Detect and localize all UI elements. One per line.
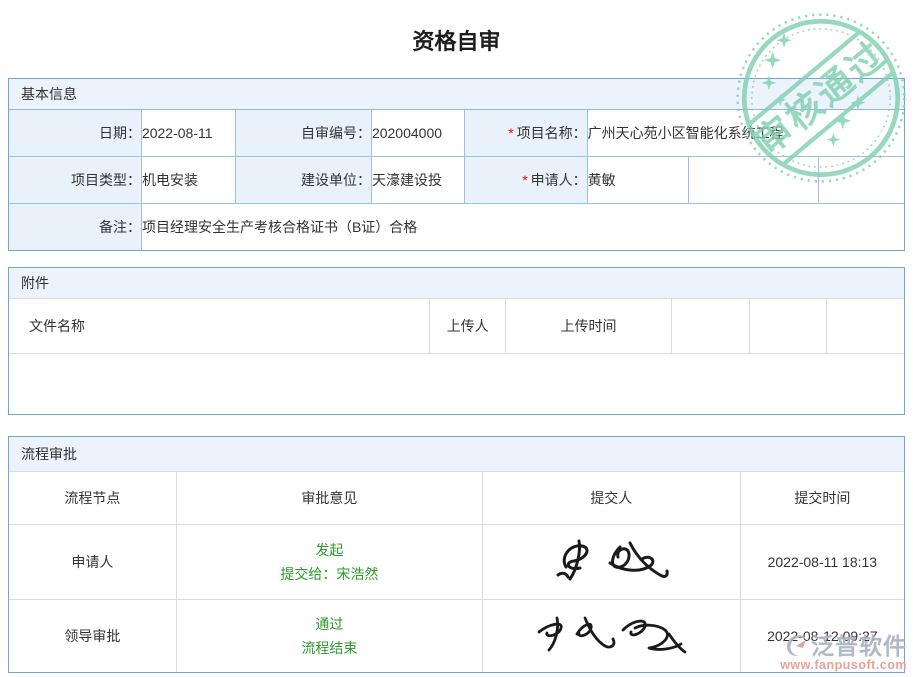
date-value: 2022-08-11 [141,110,235,157]
basic-info-row-2: 项目类型： 机电安装 建设单位： 天濠建设投 *申请人： 黄敏 [9,157,904,204]
applicant-value: 黄敏 [587,157,688,204]
approval-row-applicant: 申请人 发起 提交给：宋浩然 [9,525,904,600]
column-header-upload-time: 上传时间 [506,299,672,354]
column-header-flow-node: 流程节点 [9,472,176,525]
approval-opinion-cell: 发起 提交给：宋浩然 [176,525,482,600]
flow-node-cell: 申请人 [9,525,176,600]
basic-info-section: 基本信息 日期： 2022-08-11 自审编号： 202004000 *项目名… [8,78,905,251]
empty-column-header [826,299,904,354]
column-header-file-name: 文件名称 [9,299,430,354]
attachments-empty-body [9,354,904,415]
opinion-line-2: 提交给：宋浩然 [177,562,482,586]
required-asterisk: * [508,125,513,141]
column-header-submit-time: 提交时间 [740,472,904,525]
project-type-label: 项目类型： [9,157,141,204]
attachments-section-title: 附件 [9,268,904,299]
basic-info-row-1: 日期： 2022-08-11 自审编号： 202004000 *项目名称： 广州… [9,110,904,157]
attachments-table: 文件名称 上传人 上传时间 [9,299,904,414]
attachments-section: 附件 文件名称 上传人 上传时间 [8,267,905,415]
empty-cell [688,157,819,204]
basic-info-table: 日期： 2022-08-11 自审编号： 202004000 *项目名称： 广州… [9,110,904,250]
review-no-label: 自审编号： [235,110,371,157]
column-header-submitter: 提交人 [482,472,740,525]
project-type-value: 机电安装 [141,157,235,204]
basic-info-section-title: 基本信息 [9,79,904,110]
project-name-value: 广州天心苑小区智能化系统工程 [587,110,904,157]
page-title: 资格自审 [0,0,913,50]
approval-row-leader: 领导审批 通过 流程结束 [9,600,904,673]
attachments-empty-body-row [9,354,904,415]
attachments-header-row: 文件名称 上传人 上传时间 [9,299,904,354]
build-unit-label: 建设单位： [235,157,371,204]
build-unit-value: 天濠建设投 [371,157,464,204]
opinion-line-1: 发起 [177,538,482,562]
submit-time-cell: 2022-08-11 18:13 [740,525,904,600]
project-name-label-text: 项目名称： [517,125,587,141]
column-header-approval-opinion: 审批意见 [176,472,482,525]
empty-cell [819,157,904,204]
remark-value: 项目经理安全生产考核合格证书（B证）合格 [141,204,904,251]
submit-time-cell: 2022-08-12 09:27 [740,600,904,673]
approval-opinion-cell: 通过 流程结束 [176,600,482,673]
approval-flow-section: 流程审批 流程节点 审批意见 提交人 提交时间 申请人 发起 提交给：宋浩然 [8,436,905,673]
opinion-line-1: 通过 [177,612,482,636]
qualification-self-review-page: 资格自审 基本信息 日期： 2022-08-11 自审编号： 202004000… [0,0,913,673]
required-asterisk: * [522,172,527,188]
date-label: 日期： [9,110,141,157]
submitter-signature-cell [482,600,740,673]
empty-column-header [671,299,749,354]
signature-image-songhaoran [531,610,691,662]
remark-label: 备注： [9,204,141,251]
opinion-line-2: 流程结束 [177,636,482,660]
approval-header-row: 流程节点 审批意见 提交人 提交时间 [9,472,904,525]
approval-flow-section-title: 流程审批 [9,437,904,472]
submitter-signature-cell [482,525,740,600]
project-name-label: *项目名称： [465,110,588,157]
column-header-uploader: 上传人 [430,299,506,354]
flow-node-cell: 领导审批 [9,600,176,673]
review-no-value: 202004000 [371,110,464,157]
empty-column-header [749,299,826,354]
applicant-label: *申请人： [465,157,588,204]
approval-flow-table: 流程节点 审批意见 提交人 提交时间 申请人 发起 提交给：宋浩然 [9,472,904,672]
signature-image-huangmin [546,535,676,589]
basic-info-row-3: 备注： 项目经理安全生产考核合格证书（B证）合格 [9,204,904,251]
applicant-label-text: 申请人： [531,172,587,188]
